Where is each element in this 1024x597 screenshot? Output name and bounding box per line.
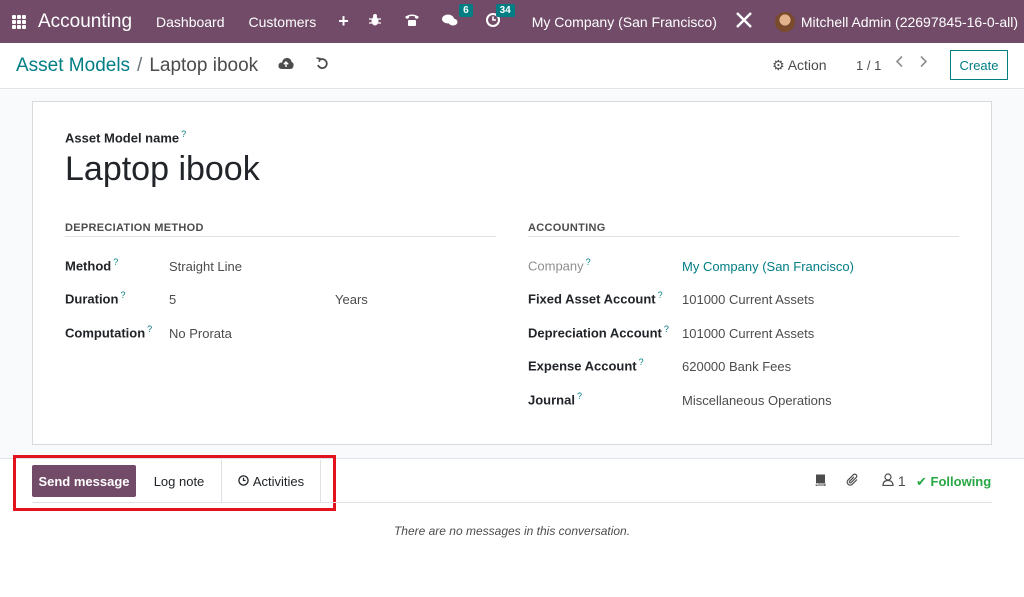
book-icon[interactable] xyxy=(814,473,827,489)
menu-dashboard[interactable]: Dashboard xyxy=(156,14,225,30)
user-icon xyxy=(882,473,898,489)
following-label: Following xyxy=(930,474,992,489)
depreciation-divider xyxy=(65,236,496,237)
apps-icon[interactable] xyxy=(12,14,26,29)
create-button[interactable]: Create xyxy=(950,50,1008,80)
app-brand[interactable]: Accounting xyxy=(38,11,132,33)
method-field[interactable]: Straight Line xyxy=(169,259,242,274)
empty-conversation-message: There are no messages in this conversati… xyxy=(393,524,631,538)
asset-model-name-field[interactable]: Laptop ibook xyxy=(65,150,260,189)
computation-field[interactable]: No Prorata xyxy=(169,326,232,341)
pager-value[interactable]: 1 / 1 xyxy=(856,58,881,73)
following-button[interactable]: ✔ Following xyxy=(916,474,991,490)
avatar[interactable] xyxy=(774,11,795,32)
depreciation-account-label: Depreciation Account? xyxy=(528,324,669,341)
phone-icon[interactable] xyxy=(404,13,420,31)
depreciation-account-field[interactable]: 101000 Current Assets xyxy=(682,326,814,341)
cloud-upload-icon[interactable] xyxy=(278,57,294,74)
navbar-systray: 6 34 My Company (San Francisco) Mitchell… xyxy=(368,0,1024,43)
company-label: Company? xyxy=(528,257,591,274)
company-switcher[interactable]: My Company (San Francisco) xyxy=(532,14,717,30)
form-sheet: Asset Model name? Laptop ibook DEPRECIAT… xyxy=(32,101,992,445)
followers-button[interactable]: 1 xyxy=(882,473,906,489)
chevron-right-icon[interactable] xyxy=(918,55,928,72)
depreciation-method-title: DEPRECIATION METHOD xyxy=(65,222,204,234)
help-icon[interactable]: ? xyxy=(181,129,186,139)
expense-account-field[interactable]: 620000 Bank Fees xyxy=(682,359,791,374)
plus-icon[interactable]: + xyxy=(338,11,349,32)
asset-model-name-label: Asset Model name? xyxy=(65,129,187,146)
duration-label: Duration? xyxy=(65,290,126,307)
chevron-left-icon[interactable] xyxy=(895,55,905,72)
menu-customers[interactable]: Customers xyxy=(249,14,317,30)
user-menu[interactable]: Mitchell Admin (22697845-16-0-all) xyxy=(801,14,1018,30)
duration-unit-field[interactable]: Years xyxy=(335,292,368,307)
breadcrumb: Asset Models / Laptop ibook xyxy=(16,55,258,77)
tools-icon[interactable] xyxy=(735,11,753,33)
messages-badge: 6 xyxy=(459,3,473,17)
accounting-title: ACCOUNTING xyxy=(528,222,606,234)
fixed-asset-account-label: Fixed Asset Account? xyxy=(528,290,663,307)
breadcrumb-separator: / xyxy=(137,54,143,76)
breadcrumb-current: Laptop ibook xyxy=(149,54,259,76)
journal-label: Journal? xyxy=(528,391,582,408)
bug-icon[interactable] xyxy=(368,13,382,31)
action-menu[interactable]: ⚙ Action xyxy=(772,57,827,74)
computation-label: Computation? xyxy=(65,324,153,341)
control-panel: Asset Models / Laptop ibook ⚙ Action 1 /… xyxy=(0,43,1024,89)
activities-badge: 34 xyxy=(495,3,515,17)
gear-icon: ⚙ xyxy=(772,57,785,73)
action-label: Action xyxy=(787,57,827,73)
journal-field[interactable]: Miscellaneous Operations xyxy=(682,393,832,408)
accounting-divider xyxy=(528,236,959,237)
breadcrumb-asset-models[interactable]: Asset Models xyxy=(16,55,130,77)
method-label: Method? xyxy=(65,257,119,274)
fixed-asset-account-field[interactable]: 101000 Current Assets xyxy=(682,292,814,307)
duration-field[interactable]: 5 xyxy=(169,292,176,307)
clock-icon[interactable]: 34 xyxy=(485,3,515,31)
check-icon: ✔ xyxy=(916,474,927,489)
messages-icon[interactable]: 6 xyxy=(441,3,473,31)
expense-account-label: Expense Account? xyxy=(528,357,644,374)
followers-count: 1 xyxy=(897,473,906,489)
company-field[interactable]: My Company (San Francisco) xyxy=(682,259,854,274)
top-navbar: Accounting Dashboard Customers + 6 34 My… xyxy=(0,0,1024,43)
discard-icon[interactable] xyxy=(316,57,329,74)
paperclip-icon[interactable] xyxy=(846,473,860,490)
chatter-divider xyxy=(32,502,992,503)
